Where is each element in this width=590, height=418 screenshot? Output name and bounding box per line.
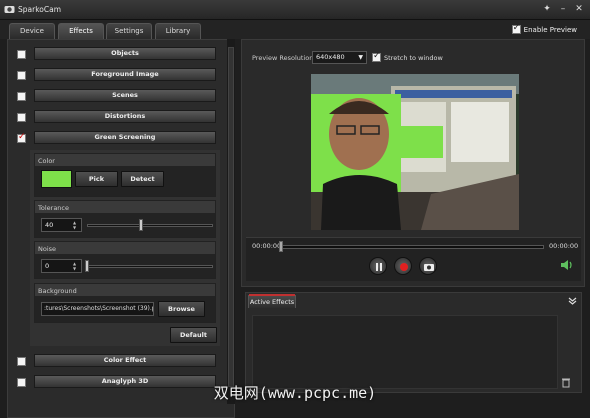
noise-value: 0: [45, 262, 50, 270]
enable-preview-checkbox[interactable]: [511, 23, 521, 34]
preview-resolution-value: 640x480: [316, 53, 345, 61]
color-swatch[interactable]: [41, 170, 72, 188]
noise-slider[interactable]: [87, 265, 213, 268]
effect-row-distortions: Distortions: [8, 108, 234, 126]
preview-panel: Preview Resolution: 640x480 ▼ Stretch to…: [241, 39, 585, 287]
effect-checkbox-scenes[interactable]: [17, 92, 26, 101]
webcam-frame-image: [311, 74, 519, 230]
window-title: SparkoCam: [18, 5, 62, 14]
green-screening-settings: Color Pick Detect Tolerance 40 ▲▼ Noise: [30, 150, 220, 346]
preview-resolution-select[interactable]: 640x480 ▼: [312, 51, 367, 64]
minimize-button[interactable]: –: [557, 3, 569, 15]
effect-row-green-screening: Green Screening: [8, 129, 234, 147]
seek-thumb[interactable]: [279, 241, 283, 252]
tolerance-spinbox[interactable]: 40 ▲ ▼: [41, 218, 82, 232]
total-time: 00:00:00: [549, 242, 579, 250]
spin-arrows-icon[interactable]: ▲ ▼: [73, 220, 80, 230]
watermark-text: 双电网(www.pcpc.me): [213, 384, 377, 402]
browse-button[interactable]: Browse: [158, 301, 205, 317]
spin-arrows-icon[interactable]: ▲ ▼: [73, 261, 80, 271]
active-effects-tab[interactable]: Active Effects: [248, 294, 296, 308]
snapshot-button[interactable]: [419, 257, 437, 275]
active-effects-panel: Active Effects: [245, 292, 582, 393]
effect-row-objects: Objects: [8, 45, 234, 63]
effects-panel: Objects Foreground Image Scenes Distorti…: [7, 39, 235, 418]
player-controls: 00:00:00 00:00:00: [246, 237, 581, 281]
collapse-chevron-icon[interactable]: [568, 297, 577, 305]
seek-bar[interactable]: [281, 245, 544, 249]
effect-header-foreground-image[interactable]: Foreground Image: [34, 68, 216, 81]
active-effects-list: [252, 315, 558, 389]
noise-spinbox[interactable]: 0 ▲ ▼: [41, 259, 82, 273]
preview-resolution-label: Preview Resolution:: [252, 54, 316, 62]
effect-header-color-effect[interactable]: Color Effect: [34, 354, 216, 367]
scrollbar-thumb[interactable]: [228, 47, 234, 387]
title-bar: SparkoCam ✦ – ✕: [0, 0, 590, 20]
tab-settings[interactable]: Settings: [106, 23, 152, 39]
close-button[interactable]: ✕: [573, 3, 585, 15]
sparkocam-app-icon: [4, 6, 15, 13]
tab-strip: Device Effects Settings Library Enable P…: [0, 20, 590, 39]
default-button[interactable]: Default: [170, 327, 217, 343]
effect-header-distortions[interactable]: Distortions: [34, 110, 216, 123]
noise-label: Noise: [38, 245, 57, 253]
tolerance-label: Tolerance: [38, 204, 69, 212]
effect-checkbox-foreground-image[interactable]: [17, 71, 26, 80]
enable-preview-toggle[interactable]: Enable Preview: [511, 23, 577, 34]
pin-icon[interactable]: ✦: [541, 3, 553, 15]
chevron-down-icon: ▼: [358, 54, 363, 61]
effect-row-scenes: Scenes: [8, 87, 234, 105]
effect-checkbox-color-effect[interactable]: [17, 357, 26, 366]
stretch-to-window-label: Stretch to window: [384, 53, 443, 62]
stretch-to-window-toggle[interactable]: Stretch to window: [372, 51, 443, 62]
background-section: Background :tures\Screenshots\Screenshot…: [34, 283, 216, 323]
tolerance-slider[interactable]: [87, 224, 213, 227]
background-path-field[interactable]: :tures\Screenshots\Screenshot (39).png: [41, 302, 154, 316]
effect-checkbox-objects[interactable]: [17, 50, 26, 59]
effect-row-color-effect: Color Effect: [8, 352, 234, 370]
effect-header-objects[interactable]: Objects: [34, 47, 216, 60]
enable-preview-label: Enable Preview: [523, 25, 577, 34]
camera-icon: [424, 264, 434, 271]
effect-checkbox-green-screening[interactable]: [17, 132, 26, 143]
tab-library[interactable]: Library: [155, 23, 201, 39]
tab-device[interactable]: Device: [9, 23, 55, 39]
effect-row-foreground-image: Foreground Image: [8, 66, 234, 84]
effect-header-green-screening[interactable]: Green Screening: [34, 131, 216, 144]
effect-checkbox-distortions[interactable]: [17, 113, 26, 122]
noise-section: Noise 0 ▲ ▼: [34, 241, 216, 279]
tab-effects[interactable]: Effects: [58, 23, 104, 39]
record-icon: [400, 263, 408, 271]
tolerance-section: Tolerance 40 ▲ ▼: [34, 200, 216, 238]
volume-icon[interactable]: [560, 259, 574, 271]
pause-icon: [376, 263, 382, 271]
record-button[interactable]: [394, 257, 412, 275]
color-section: Color Pick Detect: [34, 153, 216, 197]
noise-slider-thumb[interactable]: [85, 260, 89, 272]
stretch-to-window-checkbox[interactable]: [372, 51, 381, 62]
video-preview: [311, 74, 519, 230]
color-label: Color: [38, 157, 55, 165]
effect-header-scenes[interactable]: Scenes: [34, 89, 216, 102]
detect-button[interactable]: Detect: [121, 171, 164, 187]
pick-button[interactable]: Pick: [75, 171, 118, 187]
tolerance-slider-thumb[interactable]: [139, 219, 144, 231]
effects-scrollbar[interactable]: [227, 39, 235, 404]
background-label: Background: [38, 287, 77, 295]
tolerance-value: 40: [45, 221, 54, 229]
current-time: 00:00:00: [252, 242, 282, 250]
pause-button[interactable]: [369, 257, 387, 275]
